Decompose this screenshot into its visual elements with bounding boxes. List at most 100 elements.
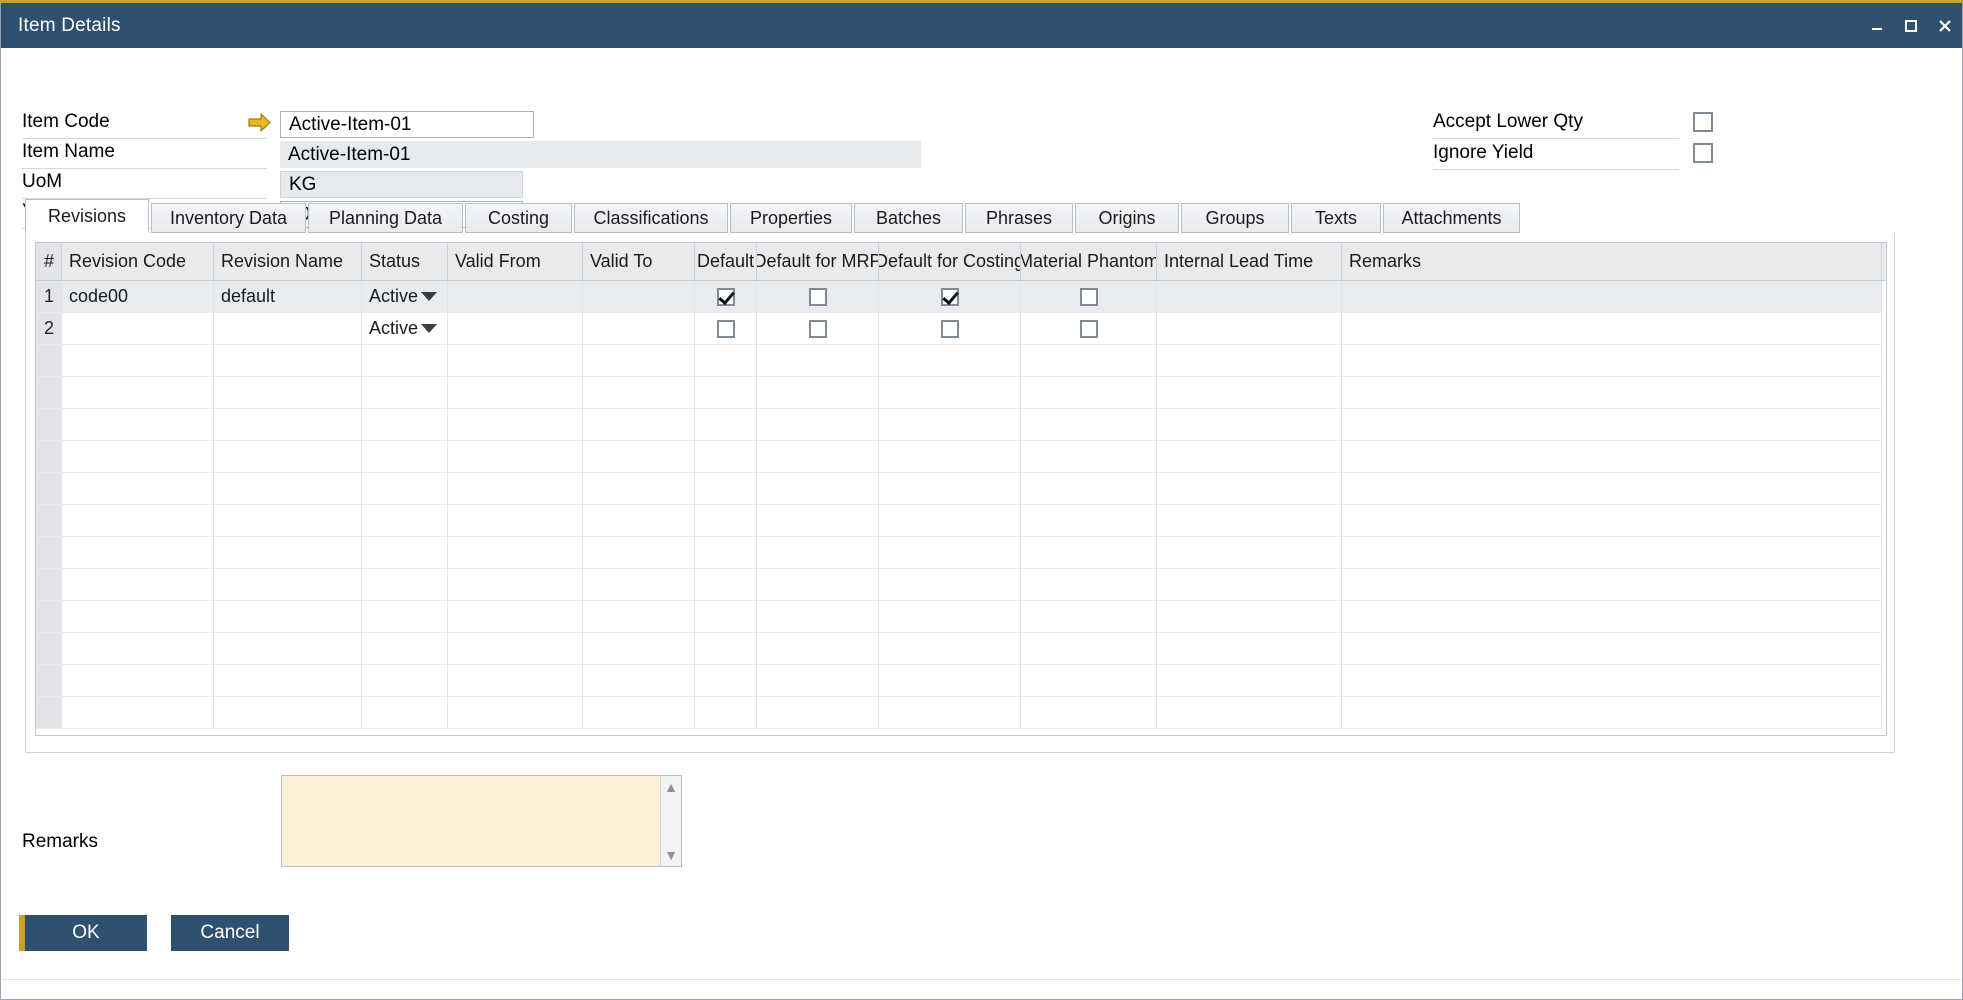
cell-valid_from[interactable] [448, 345, 583, 377]
cell-idx[interactable]: 2 [36, 313, 62, 345]
column-header-idx[interactable]: # [36, 243, 62, 280]
cell-default_costing[interactable] [879, 473, 1021, 505]
cell-revision_code[interactable] [62, 665, 214, 697]
tab-origins[interactable]: Origins [1075, 203, 1179, 233]
cell-valid_to[interactable] [583, 505, 695, 537]
cell-valid_from[interactable] [448, 313, 583, 345]
cell-revision_code[interactable] [62, 569, 214, 601]
cell-remarks[interactable] [1342, 441, 1882, 473]
table-row-empty[interactable] [36, 345, 1886, 377]
cell-valid_to[interactable] [583, 313, 695, 345]
cell-material_phantom[interactable] [1021, 441, 1157, 473]
cell-valid_from[interactable] [448, 505, 583, 537]
cell-remarks[interactable] [1342, 697, 1882, 729]
cell-default[interactable] [695, 345, 757, 377]
column-header-revision_name[interactable]: Revision Name [214, 243, 362, 280]
table-row[interactable]: 2 Active [36, 313, 1886, 345]
material-phantom-checkbox[interactable] [1080, 288, 1098, 306]
column-header-default[interactable]: Default [695, 243, 757, 280]
cell-status[interactable] [362, 377, 448, 409]
cell-status[interactable] [362, 473, 448, 505]
column-header-status[interactable]: Status [362, 243, 448, 280]
cell-remarks[interactable] [1342, 473, 1882, 505]
cell-revision_code[interactable] [62, 633, 214, 665]
cell-remarks[interactable] [1342, 665, 1882, 697]
tab-batches[interactable]: Batches [854, 203, 963, 233]
cell-valid_to[interactable] [583, 441, 695, 473]
ok-button[interactable]: OK [19, 915, 147, 951]
cell-idx[interactable] [36, 377, 62, 409]
cell-default[interactable] [695, 473, 757, 505]
cell-idx[interactable] [36, 697, 62, 729]
minimize-icon[interactable] [1860, 3, 1894, 48]
cell-default[interactable] [695, 601, 757, 633]
cell-material_phantom[interactable] [1021, 281, 1157, 313]
cell-default_mrp[interactable] [757, 281, 879, 313]
chevron-up-icon[interactable]: ▲ [664, 780, 678, 794]
cell-internal_lead_time[interactable] [1157, 313, 1342, 345]
cell-revision_name[interactable]: default [214, 281, 362, 313]
cell-revision_code[interactable] [62, 697, 214, 729]
table-row[interactable]: 1code00defaultActive [36, 281, 1886, 313]
cell-idx[interactable] [36, 505, 62, 537]
cell-valid_from[interactable] [448, 409, 583, 441]
cell-default[interactable] [695, 537, 757, 569]
cell-valid_to[interactable] [583, 377, 695, 409]
cell-revision_name[interactable] [214, 633, 362, 665]
cell-material_phantom[interactable] [1021, 313, 1157, 345]
table-row-empty[interactable] [36, 409, 1886, 441]
table-row-empty[interactable] [36, 569, 1886, 601]
cell-default[interactable] [695, 633, 757, 665]
cell-default_mrp[interactable] [757, 313, 879, 345]
cell-default_costing[interactable] [879, 441, 1021, 473]
cell-default_costing[interactable] [879, 569, 1021, 601]
cell-default[interactable] [695, 697, 757, 729]
cell-valid_from[interactable] [448, 697, 583, 729]
cell-revision_name[interactable] [214, 441, 362, 473]
cell-revision_code[interactable] [62, 473, 214, 505]
cell-valid_from[interactable] [448, 537, 583, 569]
cell-idx[interactable] [36, 473, 62, 505]
cell-revision_code[interactable] [62, 505, 214, 537]
cell-valid_to[interactable] [583, 473, 695, 505]
cell-internal_lead_time[interactable] [1157, 697, 1342, 729]
cell-status[interactable]: Active [362, 313, 448, 345]
cell-default_mrp[interactable] [757, 601, 879, 633]
cell-valid_from[interactable] [448, 665, 583, 697]
cell-revision_code[interactable] [62, 313, 214, 345]
cell-default_costing[interactable] [879, 281, 1021, 313]
cell-default_costing[interactable] [879, 537, 1021, 569]
cell-default[interactable] [695, 505, 757, 537]
cell-status[interactable] [362, 697, 448, 729]
column-header-valid_to[interactable]: Valid To [583, 243, 695, 280]
cancel-button[interactable]: Cancel [171, 915, 289, 951]
table-row-empty[interactable] [36, 537, 1886, 569]
cell-valid_to[interactable] [583, 601, 695, 633]
column-header-revision_code[interactable]: Revision Code [62, 243, 214, 280]
cell-valid_to[interactable] [583, 665, 695, 697]
default-mrp-checkbox[interactable] [809, 288, 827, 306]
cell-valid_from[interactable] [448, 281, 583, 313]
column-header-default_costing[interactable]: Default for Costing [879, 243, 1021, 280]
cell-revision_name[interactable] [214, 569, 362, 601]
revisions-grid[interactable]: #Revision CodeRevision NameStatusValid F… [35, 242, 1887, 736]
cell-valid_to[interactable] [583, 345, 695, 377]
tab-planning-data[interactable]: Planning Data [308, 203, 463, 233]
cell-default[interactable] [695, 281, 757, 313]
cell-default_mrp[interactable] [757, 665, 879, 697]
cell-revision_name[interactable] [214, 697, 362, 729]
default-costing-checkbox[interactable] [941, 288, 959, 306]
cell-idx[interactable] [36, 441, 62, 473]
tab-inventory-data[interactable]: Inventory Data [151, 203, 306, 233]
cell-default_costing[interactable] [879, 377, 1021, 409]
table-row-empty[interactable] [36, 377, 1886, 409]
cell-revision_name[interactable] [214, 313, 362, 345]
cell-internal_lead_time[interactable] [1157, 441, 1342, 473]
tab-revisions[interactable]: Revisions [25, 199, 149, 233]
cell-status[interactable] [362, 537, 448, 569]
tab-phrases[interactable]: Phrases [965, 203, 1073, 233]
cell-status[interactable] [362, 601, 448, 633]
material-phantom-checkbox[interactable] [1080, 320, 1098, 338]
cell-internal_lead_time[interactable] [1157, 473, 1342, 505]
cell-status[interactable] [362, 633, 448, 665]
